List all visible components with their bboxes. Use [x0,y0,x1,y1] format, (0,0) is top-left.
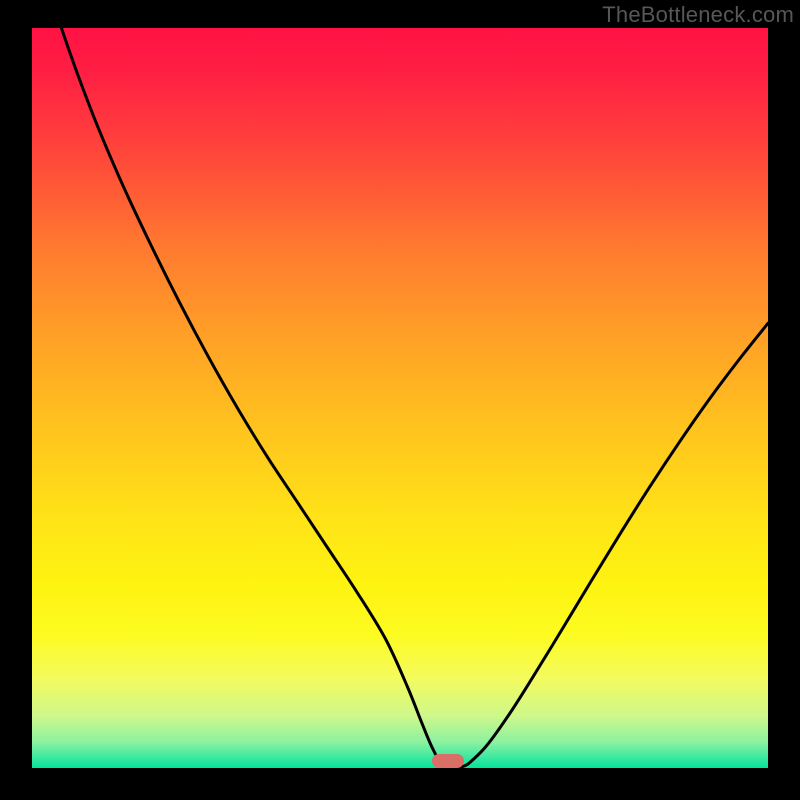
plot-area [32,28,768,768]
chart-container: TheBottleneck.com [0,0,800,800]
watermark-text: TheBottleneck.com [602,2,794,28]
optimum-marker [432,754,464,768]
bottleneck-curve [32,28,768,768]
